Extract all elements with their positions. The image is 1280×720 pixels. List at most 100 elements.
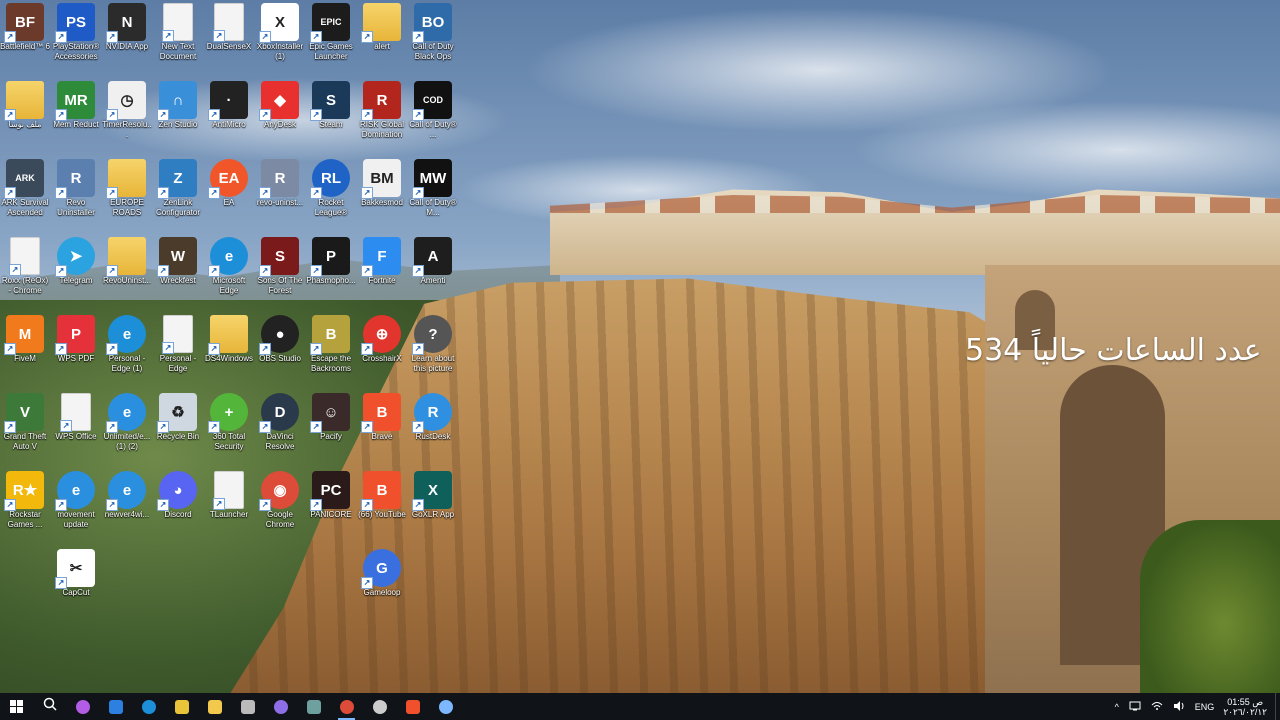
desktop-shortcut[interactable]: G ↗ Gameloop: [357, 546, 407, 622]
desktop-shortcut[interactable]: EPIC ↗ Epic Games Launcher: [306, 0, 356, 76]
desktop-shortcut[interactable]: A ↗ Amenti: [408, 234, 458, 310]
desktop-shortcut-label: AnyDesk: [263, 120, 296, 129]
desktop-shortcut[interactable]: W ↗ Wreckfest: [153, 234, 203, 310]
desktop-shortcut[interactable]: V ↗ Grand Theft Auto V: [0, 390, 50, 466]
desktop-shortcut[interactable]: PC ↗ PANICORE: [306, 468, 356, 544]
chrome-button[interactable]: [330, 693, 363, 720]
ark-icon: ARK ↗: [4, 159, 44, 199]
clock-time: 01:55 ص: [1227, 696, 1264, 707]
wreckfest-icon: W ↗: [157, 237, 197, 277]
desktop-shortcut[interactable]: RL ↗ Rocket League®: [306, 156, 356, 232]
desktop-shortcut[interactable]: ⊕ ↗ CrosshairX: [357, 312, 407, 388]
desktop-shortcut[interactable]: ↗ alert: [357, 0, 407, 76]
desktop-shortcut[interactable]: P ↗ Phasmopho...: [306, 234, 356, 310]
desktop-shortcut[interactable]: · ↗ AntiMicro: [204, 78, 254, 154]
desktop-shortcut[interactable]: S ↗ Sons Of The Forest: [255, 234, 305, 310]
desktop-shortcut[interactable]: MW ↗ Call of Duty® M...: [408, 156, 458, 232]
desktop-shortcut[interactable]: BO ↗ Call of Duty Black Ops: [408, 0, 458, 76]
start-button[interactable]: [0, 693, 33, 720]
desktop-shortcut[interactable]: D ↗ DaVinci Resolve: [255, 390, 305, 466]
antimicro-icon: · ↗: [208, 81, 248, 121]
copilot-button[interactable]: [66, 693, 99, 720]
desktop-shortcut[interactable]: e ↗ Microsoft Edge: [204, 234, 254, 310]
desktop-shortcut[interactable]: B ↗ Escape the Backrooms: [306, 312, 356, 388]
capcut-icon: ✂ ↗: [55, 549, 95, 589]
desktop-shortcut[interactable]: ↗ Personal - Edge: [153, 312, 203, 388]
store-button[interactable]: [165, 693, 198, 720]
network-icon[interactable]: [1124, 701, 1146, 713]
wifi-icon[interactable]: [1146, 701, 1168, 713]
desktop-shortcut[interactable]: e ↗ movement update: [51, 468, 101, 544]
desktop-shortcut[interactable]: Z ↗ ZenLink Configurator: [153, 156, 203, 232]
tray-overflow-chevron-icon[interactable]: ^: [1110, 702, 1124, 712]
desktop-shortcut[interactable]: ◆ ↗ AnyDesk: [255, 78, 305, 154]
desktop-shortcut[interactable]: X ↗ GoXLR App: [408, 468, 458, 544]
search-button[interactable]: [33, 693, 66, 720]
gameloop-button[interactable]: [264, 693, 297, 720]
brave-button[interactable]: [396, 693, 429, 720]
desktop-shortcut[interactable]: R ↗ revo-uninst...: [255, 156, 305, 232]
desktop-shortcut[interactable]: ∩ ↗ Zen Studio: [153, 78, 203, 154]
desktop-shortcut[interactable]: ☺ ↗ Pacify: [306, 390, 356, 466]
desktop-shortcut[interactable]: ● ↗ OBS Studio: [255, 312, 305, 388]
obs-button[interactable]: [363, 693, 396, 720]
desktop-shortcut[interactable]: M ↗ FiveM: [0, 312, 50, 388]
desktop-shortcut[interactable]: ◉ ↗ Google Chrome: [255, 468, 305, 544]
desktop-shortcut[interactable]: F ↗ Fortnite: [357, 234, 407, 310]
desktop-shortcut[interactable]: ↗ ملف نوسا: [0, 78, 50, 154]
desktop-shortcut[interactable]: R ↗ RISK Global Domination: [357, 78, 407, 154]
desktop-shortcut[interactable]: ◷ ↗ TimerResolu...: [102, 78, 152, 154]
desktop-shortcut[interactable]: N ↗ NVIDIA App: [102, 0, 152, 76]
desktop-shortcut[interactable]: BM ↗ Bakkesmod: [357, 156, 407, 232]
desktop-shortcut[interactable]: ↗ EUROPE ROADS: [102, 156, 152, 232]
desktop-shortcut[interactable]: BF ↗ Battlefield™ 6: [0, 0, 50, 76]
desktop-shortcut[interactable]: R ↗ Revo Uninstaller: [51, 156, 101, 232]
rocket-league-button[interactable]: [429, 693, 462, 720]
backrooms-icon: B ↗: [310, 315, 350, 355]
desktop-shortcut[interactable]: e ↗ Unlimited/e... (1) (2): [102, 390, 152, 466]
desktop-shortcut[interactable]: EA ↗ EA: [204, 156, 254, 232]
goxlr-button[interactable]: [297, 693, 330, 720]
desktop-shortcut[interactable]: MR ↗ Mem Reduct: [51, 78, 101, 154]
zenlink-icon: Z ↗: [157, 159, 197, 199]
desktop-shortcut[interactable]: B ↗ (66) YouTube: [357, 468, 407, 544]
volume-icon[interactable]: [1168, 700, 1190, 713]
desktop-shortcut[interactable]: ↗ RevoUninst...: [102, 234, 152, 310]
desktop-shortcut[interactable]: B ↗ Brave: [357, 390, 407, 466]
desktop-shortcut[interactable]: e ↗ Personal - Edge (1): [102, 312, 152, 388]
desktop-shortcut[interactable]: ? ↗ Learn about this picture: [408, 312, 458, 388]
mail-button[interactable]: [99, 693, 132, 720]
show-desktop-button[interactable]: [1275, 693, 1280, 720]
clock[interactable]: 01:55 ص ٢٠٢٦/٠٢/١٢: [1219, 697, 1275, 717]
desktop-shortcut[interactable]: ↗ DS4Windows: [204, 312, 254, 388]
desktop-shortcut[interactable]: P ↗ WPS PDF: [51, 312, 101, 388]
desktop-shortcut[interactable]: COD ↗ Call of Duty® ...: [408, 78, 458, 154]
desktop-shortcut[interactable]: ◕ ↗ Discord: [153, 468, 203, 544]
desktop-shortcut[interactable]: ✂ ↗ CapCut: [51, 546, 101, 622]
desktop-shortcut[interactable]: PS ↗ PlayStation® Accessories: [51, 0, 101, 76]
desktop-shortcut[interactable]: e ↗ newver4wi...: [102, 468, 152, 544]
clock-icon: ◷ ↗: [106, 81, 146, 121]
desktop-shortcut[interactable]: S ↗ Steam: [306, 78, 356, 154]
edge-button[interactable]: [132, 693, 165, 720]
file-explorer-button[interactable]: [198, 693, 231, 720]
desktop-shortcut[interactable]: R★ ↗ Rockstar Games ...: [0, 468, 50, 544]
desktop-shortcut[interactable]: + ↗ 360 Total Security: [204, 390, 254, 466]
desktop-shortcut[interactable]: ↗ TLauncher: [204, 468, 254, 544]
desktop-shortcut[interactable]: ↗ Roxx (ReOx) - Chrome: [0, 234, 50, 310]
desktop-shortcut[interactable]: ARK ↗ ARK Survival Ascended: [0, 156, 50, 232]
desktop-shortcut[interactable]: X ↗ XboxInstaller (1): [255, 0, 305, 76]
desktop-shortcut[interactable]: ↗ DualSenseX: [204, 0, 254, 76]
sons-forest-icon: S ↗: [259, 237, 299, 277]
desktop-shortcut[interactable]: ↗ WPS Office: [51, 390, 101, 466]
desktop-shortcut[interactable]: ↗ New Text Document: [153, 0, 203, 76]
desktop-shortcut-label: TLauncher: [209, 510, 249, 519]
desktop-shortcut[interactable]: ➤ ↗ Telegram: [51, 234, 101, 310]
desktop-shortcut[interactable]: ♻ ↗ Recycle Bin: [153, 390, 203, 466]
input-language[interactable]: ENG: [1190, 702, 1220, 712]
shortcut-arrow-icon: ↗: [412, 343, 424, 355]
system-tray: ^ ENG 01:55 ص ٢٠٢٦/٠٢/١٢: [1110, 693, 1280, 720]
shortcut-arrow-icon: ↗: [412, 187, 424, 199]
antimicro-button[interactable]: [231, 693, 264, 720]
desktop-shortcut[interactable]: R ↗ RustDesk: [408, 390, 458, 466]
